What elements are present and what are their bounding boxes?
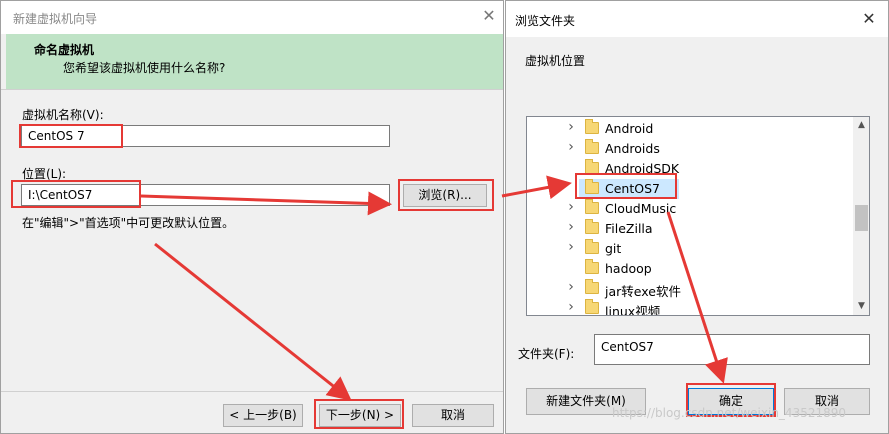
footer-divider (1, 391, 503, 392)
tree-item-label: CentOS7 (605, 181, 660, 196)
chevron-right-icon[interactable]: › (566, 199, 576, 215)
folder-icon (585, 259, 599, 274)
header-divider (1, 89, 503, 90)
folder-icon (585, 279, 599, 294)
tree-item[interactable]: › jar转exe软件 (527, 279, 853, 299)
tree-item-label: jar转exe软件 (605, 284, 681, 299)
wizard-titlebar: 新建虚拟机向导 ✕ (1, 1, 503, 34)
tree-item[interactable]: hadoop (527, 259, 853, 279)
tree-item[interactable]: › Android (527, 119, 853, 139)
new-vm-wizard-window: 新建虚拟机向导 ✕ 命名虚拟机 您希望该虚拟机使用什么名称? 虚拟机名称(V):… (0, 0, 504, 434)
page-subtitle: 您希望该虚拟机使用什么名称? (63, 61, 226, 75)
close-icon[interactable]: ✕ (858, 8, 880, 30)
next-button[interactable]: 下一步(N) > (319, 404, 401, 427)
tree-item-label: FileZilla (605, 221, 653, 236)
tree-item[interactable]: › linux视频 (527, 299, 853, 316)
tree-scrollbar[interactable]: ▲ ▼ (853, 117, 869, 315)
back-button[interactable]: < 上一步(B) (223, 404, 303, 427)
folder-label: 文件夹(F): (518, 347, 575, 361)
folder-icon (585, 139, 599, 154)
cancel-button[interactable]: 取消 (412, 404, 494, 427)
folder-icon (585, 179, 599, 194)
tree-item-label: linux视频 (605, 304, 661, 316)
wizard-header: 命名虚拟机 您希望该虚拟机使用什么名称? (6, 34, 503, 89)
folder-icon (585, 299, 599, 314)
browse-folder-dialog: 浏览文件夹 ✕ 虚拟机位置 › Android › Androids AndroidSD… (505, 0, 889, 434)
tree-item-label: CloudMusic (605, 201, 677, 216)
scroll-up-icon[interactable]: ▲ (853, 117, 869, 134)
tree-item-label: git (605, 241, 622, 256)
chevron-right-icon[interactable]: › (566, 239, 576, 255)
vm-name-input[interactable]: CentOS 7 (21, 125, 390, 147)
close-icon[interactable]: ✕ (479, 6, 499, 26)
location-label: 位置(L): (22, 167, 67, 181)
watermark: https://blog.csdn.net/weixin_43521890 (612, 406, 847, 420)
folder-icon (585, 219, 599, 234)
folder-input[interactable]: CentOS7 (594, 334, 870, 365)
wizard-title: 新建虚拟机向导 (13, 12, 98, 26)
tree-item[interactable]: › Androids (527, 139, 853, 159)
tree-item[interactable]: › git (527, 239, 853, 259)
browse-title: 浏览文件夹 (515, 14, 576, 28)
folder-icon (585, 119, 599, 134)
scroll-thumb[interactable] (855, 205, 868, 231)
chevron-right-icon[interactable]: › (566, 219, 576, 235)
folder-icon (585, 199, 599, 214)
tree-item-label: Android (605, 121, 654, 136)
browse-titlebar: 浏览文件夹 ✕ (506, 1, 888, 37)
folder-icon (585, 159, 599, 174)
chevron-right-icon[interactable]: › (566, 119, 576, 135)
vm-name-label: 虚拟机名称(V): (22, 108, 104, 122)
chevron-right-icon[interactable]: › (566, 139, 576, 155)
tree-item-label: hadoop (605, 261, 652, 276)
tree-item[interactable]: › CloudMusic (527, 199, 853, 219)
location-input[interactable]: I:\CentOS7 (21, 184, 390, 206)
folder-icon (585, 239, 599, 254)
chevron-right-icon[interactable]: › (566, 279, 576, 295)
location-hint: 在"编辑">"首选项"中可更改默认位置。 (22, 216, 235, 230)
chevron-right-icon[interactable]: › (566, 299, 576, 315)
tree-item[interactable]: › FileZilla (527, 219, 853, 239)
tree-item[interactable]: CentOS7 (579, 179, 679, 199)
tree-item-label: Androids (605, 141, 660, 156)
tree-item-label: AndroidSDK (605, 161, 680, 176)
browse-button[interactable]: 浏览(R)... (403, 184, 487, 207)
section-label: 虚拟机位置 (525, 54, 586, 68)
page-title: 命名虚拟机 (34, 43, 95, 57)
tree-item[interactable]: AndroidSDK (527, 159, 853, 179)
folder-tree[interactable]: › Android › Androids AndroidSDK CentOS7 › Cloud… (526, 116, 870, 316)
scroll-down-icon[interactable]: ▼ (853, 298, 869, 315)
